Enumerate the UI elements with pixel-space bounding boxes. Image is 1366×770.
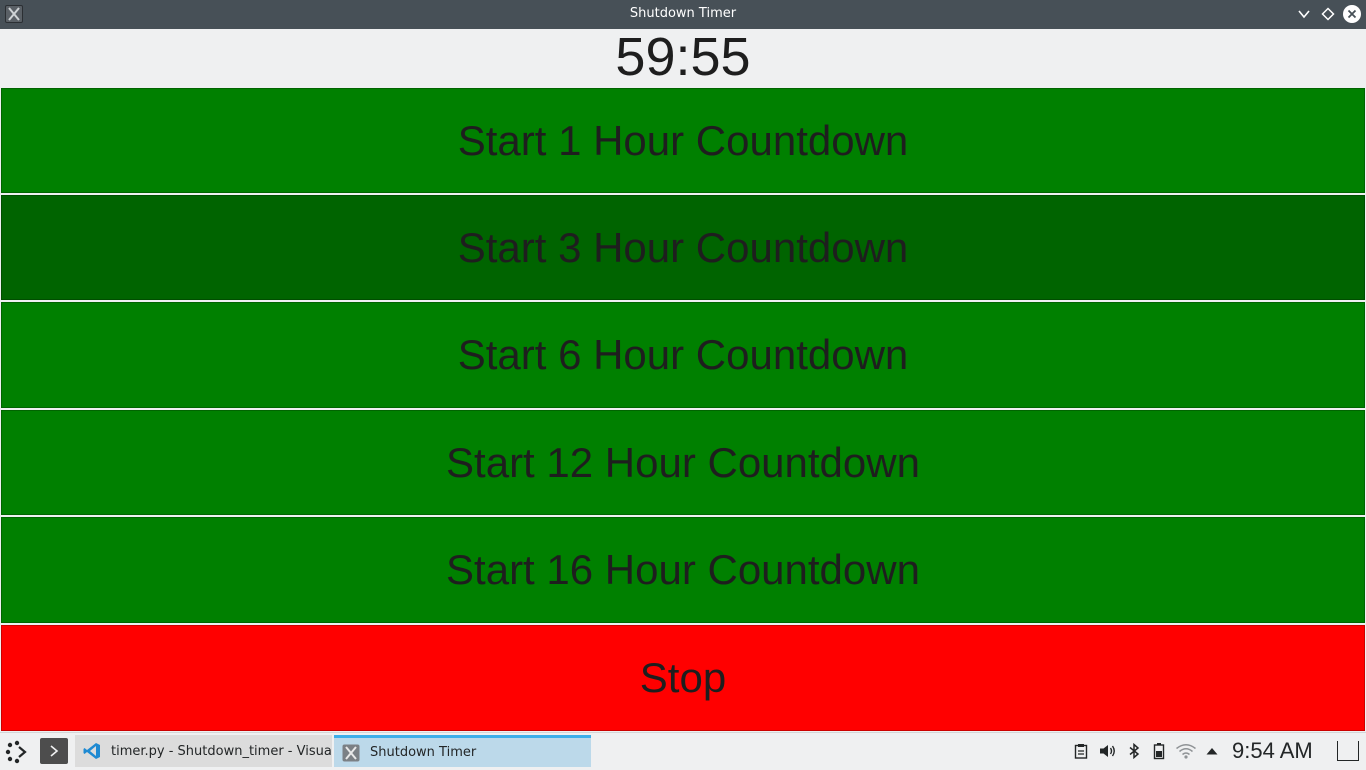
wifi-icon[interactable] [1174, 739, 1198, 763]
app-launcher-icon[interactable] [4, 739, 30, 765]
bluetooth-icon[interactable] [1126, 739, 1142, 763]
taskbar: timer.py - Shutdown_timer - Visual... Sh… [0, 732, 1366, 768]
stop-button[interactable]: Stop [1, 625, 1365, 731]
taskbar-item-shutdown-timer[interactable]: Shutdown Timer [334, 735, 591, 767]
chevron-right-icon [50, 745, 59, 757]
countdown-display: 59:55 [615, 27, 751, 87]
taskbar-item-vscode[interactable]: timer.py - Shutdown_timer - Visual... [75, 735, 332, 767]
start-6-hour-button[interactable]: Start 6 Hour Countdown [1, 302, 1365, 408]
taskbar-item-label: Shutdown Timer [370, 745, 477, 760]
show-desktop-button[interactable] [1337, 741, 1359, 761]
clipboard-icon[interactable] [1072, 739, 1090, 763]
vscode-icon [83, 743, 100, 759]
start-3-hour-button[interactable]: Start 3 Hour Countdown [1, 195, 1365, 300]
maximize-button[interactable] [1319, 5, 1337, 23]
window-titlebar[interactable]: Shutdown Timer [0, 0, 1366, 29]
taskbar-item-label: timer.py - Shutdown_timer - Visual... [111, 743, 332, 759]
x-app-icon [342, 744, 360, 761]
close-button[interactable] [1343, 5, 1361, 23]
chevron-down-icon [1298, 10, 1310, 19]
minimize-button[interactable] [1295, 5, 1313, 23]
diamond-icon [1321, 7, 1335, 21]
volume-icon[interactable] [1098, 739, 1118, 763]
terminal-launcher-button[interactable] [40, 738, 68, 764]
taskbar-clock[interactable]: 9:54 AM [1232, 733, 1313, 769]
window-title: Shutdown Timer [629, 6, 737, 21]
start-1-hour-button[interactable]: Start 1 Hour Countdown [1, 88, 1365, 193]
start-12-hour-button[interactable]: Start 12 Hour Countdown [1, 410, 1365, 515]
expand-tray-icon[interactable] [1204, 739, 1220, 763]
battery-icon[interactable] [1151, 739, 1167, 763]
start-16-hour-button[interactable]: Start 16 Hour Countdown [1, 517, 1365, 623]
close-icon [1347, 9, 1357, 19]
timer-display-area: 59:55 [0, 27, 1366, 88]
